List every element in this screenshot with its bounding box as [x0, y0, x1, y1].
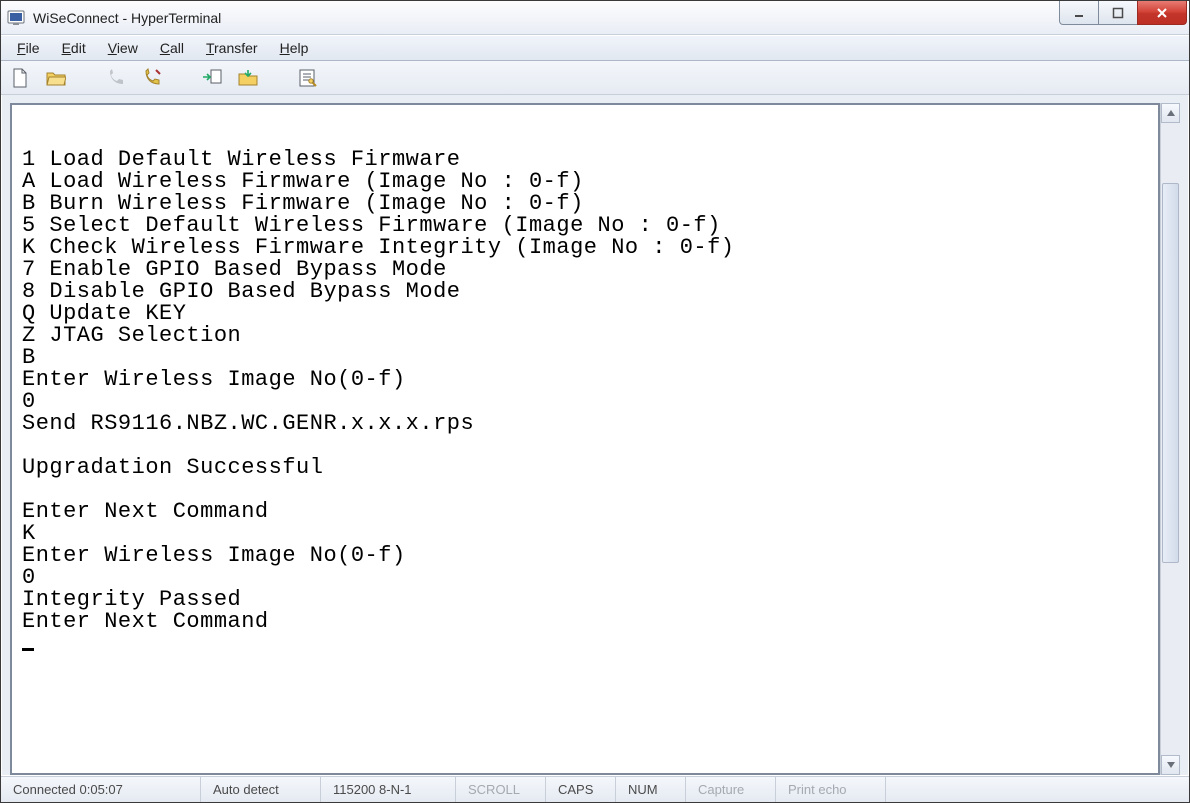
minimize-button[interactable] [1059, 1, 1099, 25]
properties-icon[interactable] [295, 65, 321, 91]
terminal-output[interactable]: 1 Load Default Wireless Firmware A Load … [12, 105, 1158, 773]
status-scroll: SCROLL [456, 777, 546, 802]
status-port: 115200 8-N-1 [321, 777, 456, 802]
scroll-up-button[interactable] [1161, 103, 1180, 123]
open-folder-icon[interactable] [43, 65, 69, 91]
phone-disconnect-icon[interactable] [139, 65, 165, 91]
app-window: WiSeConnect - HyperTerminal File Edit Vi… [0, 0, 1190, 803]
menu-view[interactable]: View [98, 38, 148, 58]
scroll-down-button[interactable] [1161, 755, 1180, 775]
client-area: 1 Load Default Wireless Firmware A Load … [1, 95, 1189, 776]
menu-bar: File Edit View Call Transfer Help [1, 35, 1189, 61]
receive-file-icon[interactable] [235, 65, 261, 91]
status-bar: Connected 0:05:07 Auto detect 115200 8-N… [1, 776, 1189, 802]
menu-transfer[interactable]: Transfer [196, 38, 268, 58]
close-button[interactable] [1137, 1, 1187, 25]
status-capture: Capture [686, 777, 776, 802]
send-file-icon[interactable] [199, 65, 225, 91]
title-bar: WiSeConnect - HyperTerminal [1, 1, 1189, 35]
terminal-frame: 1 Load Default Wireless Firmware A Load … [10, 103, 1160, 775]
menu-help[interactable]: Help [270, 38, 319, 58]
menu-edit[interactable]: Edit [52, 38, 96, 58]
new-file-icon[interactable] [7, 65, 33, 91]
status-filler [886, 777, 1189, 802]
status-connected: Connected 0:05:07 [1, 777, 201, 802]
maximize-button[interactable] [1098, 1, 1138, 25]
status-caps: CAPS [546, 777, 616, 802]
vertical-scrollbar[interactable] [1160, 103, 1180, 775]
window-title: WiSeConnect - HyperTerminal [33, 10, 221, 26]
scroll-track[interactable] [1161, 123, 1180, 755]
menu-file[interactable]: File [7, 38, 50, 58]
toolbar [1, 61, 1189, 95]
menu-call[interactable]: Call [150, 38, 194, 58]
status-num: NUM [616, 777, 686, 802]
status-echo: Print echo [776, 777, 886, 802]
window-controls [1060, 1, 1187, 25]
app-icon [7, 9, 25, 27]
scroll-thumb[interactable] [1162, 183, 1179, 563]
status-autodetect: Auto detect [201, 777, 321, 802]
phone-connect-icon [103, 65, 129, 91]
terminal-cursor [22, 633, 34, 651]
